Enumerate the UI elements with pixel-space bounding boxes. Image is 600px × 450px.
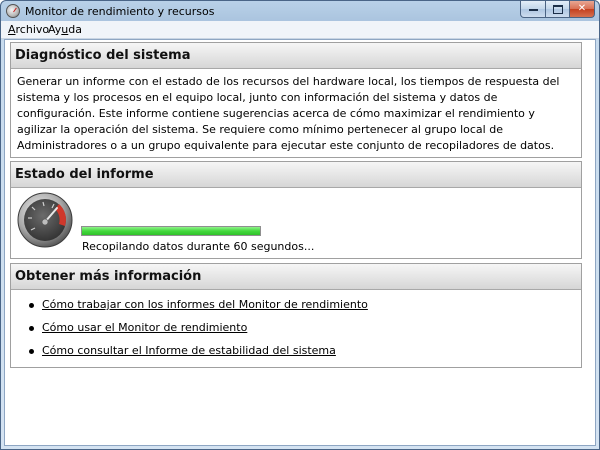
window-title: Monitor de rendimiento y recursos [25,5,215,18]
menu-archivo[interactable]: Archivo [8,23,49,36]
maximize-icon [552,5,563,14]
performance-monitor-window: Monitor de rendimiento y recursos ✕ Arch… [0,0,600,450]
panel-mas-info-title: Obtener más información [11,264,581,290]
link-informe-estabilidad[interactable]: Cómo consultar el Informe de estabilidad… [42,344,336,357]
maximize-button[interactable] [545,1,570,18]
panel-diagnostico-title: Diagnóstico del sistema [11,43,581,69]
close-icon: ✕ [577,3,587,14]
menu-archivo-accel: A [8,23,16,36]
performance-gauge-icon [17,192,73,248]
panel-estado-title: Estado del informe [11,162,581,188]
menu-ayuda[interactable]: Ayuda [48,23,82,36]
list-item: Cómo consultar el Informe de estabilidad… [11,343,581,366]
menu-archivo-rest: rchivo [15,23,50,36]
panel-diagnostico-description: Generar un informe con el estado de los … [17,75,560,152]
panel-mas-informacion: Obtener más información Cómo trabajar co… [10,263,582,368]
progress-bar-fill [82,227,260,235]
menu-ayuda-rest: da [68,23,83,36]
minimize-button[interactable] [520,1,546,18]
panel-diagnostico: Diagnóstico del sistema Generar un infor… [10,42,582,158]
menu-ayuda-pre: Ay [48,23,62,36]
app-gauge-icon[interactable] [6,4,20,18]
panel-estado-informe: Estado del informe Recopilando datos dur… [10,161,582,259]
help-links-list: Cómo trabajar con los informes del Monit… [11,290,581,366]
bullet-icon [29,303,34,308]
list-item: Cómo trabajar con los informes del Monit… [11,297,581,320]
close-button[interactable]: ✕ [569,1,595,18]
menu-bar: Archivo Ayuda [1,21,599,39]
bullet-icon [29,349,34,354]
list-item: Cómo usar el Monitor de rendimiento [11,320,581,343]
progress-bar [81,226,261,236]
link-usar-monitor[interactable]: Cómo usar el Monitor de rendimiento [42,321,247,334]
link-trabajar-informes[interactable]: Cómo trabajar con los informes del Monit… [42,298,368,311]
minimize-icon [528,9,538,11]
status-text: Recopilando datos durante 60 segundos... [82,240,315,253]
bullet-icon [29,326,34,331]
title-bar[interactable]: Monitor de rendimiento y recursos ✕ [1,1,599,21]
client-area: Diagnóstico del sistema Generar un infor… [4,39,596,446]
